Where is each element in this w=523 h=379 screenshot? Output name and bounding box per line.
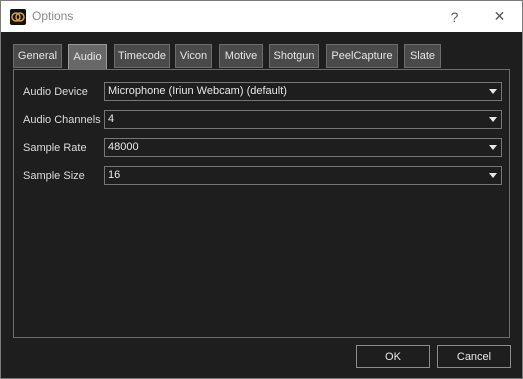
chevron-down-icon [489, 173, 497, 178]
chevron-down-icon [489, 89, 497, 94]
title-bar: Options ? ✕ [1, 1, 522, 32]
cancel-button[interactable]: Cancel [437, 345, 511, 368]
tab-motive[interactable]: Motive [219, 44, 263, 68]
dialog-body: General Audio Timecode Vicon Motive Shot… [1, 32, 522, 378]
audio-channels-label: Audio Channels [23, 114, 101, 126]
audio-device-label: Audio Device [23, 86, 88, 98]
sample-rate-label: Sample Rate [23, 142, 87, 154]
tab-general[interactable]: General [13, 44, 62, 68]
help-button[interactable]: ? [432, 1, 477, 32]
tab-timecode[interactable]: Timecode [114, 44, 170, 68]
audio-device-select[interactable]: Microphone (Iriun Webcam) (default) [104, 82, 502, 101]
audio-channels-select[interactable]: 4 [104, 110, 502, 129]
app-logo-icon [10, 9, 26, 25]
sample-size-label: Sample Size [23, 170, 85, 182]
audio-device-value: Microphone (Iriun Webcam) (default) [108, 85, 287, 97]
chevron-down-icon [489, 117, 497, 122]
chevron-down-icon [489, 145, 497, 150]
tab-peelcapture[interactable]: PeelCapture [326, 44, 398, 68]
sample-rate-value: 48000 [108, 141, 139, 153]
sample-size-select[interactable]: 16 [104, 166, 502, 185]
options-dialog: Options ? ✕ General Audio Timecode Vicon… [0, 0, 523, 379]
tab-shotgun[interactable]: Shotgun [269, 44, 319, 68]
sample-rate-select[interactable]: 48000 [104, 138, 502, 157]
ok-button[interactable]: OK [356, 345, 430, 368]
close-button[interactable]: ✕ [477, 1, 522, 32]
window-title: Options [32, 9, 74, 23]
tab-slate[interactable]: Slate [404, 44, 441, 68]
audio-settings-panel: Audio Device Microphone (Iriun Webcam) (… [13, 69, 510, 338]
audio-channels-value: 4 [108, 113, 115, 125]
tab-vicon[interactable]: Vicon [175, 44, 212, 68]
tab-audio[interactable]: Audio [68, 44, 107, 70]
sample-size-value: 16 [108, 169, 121, 181]
